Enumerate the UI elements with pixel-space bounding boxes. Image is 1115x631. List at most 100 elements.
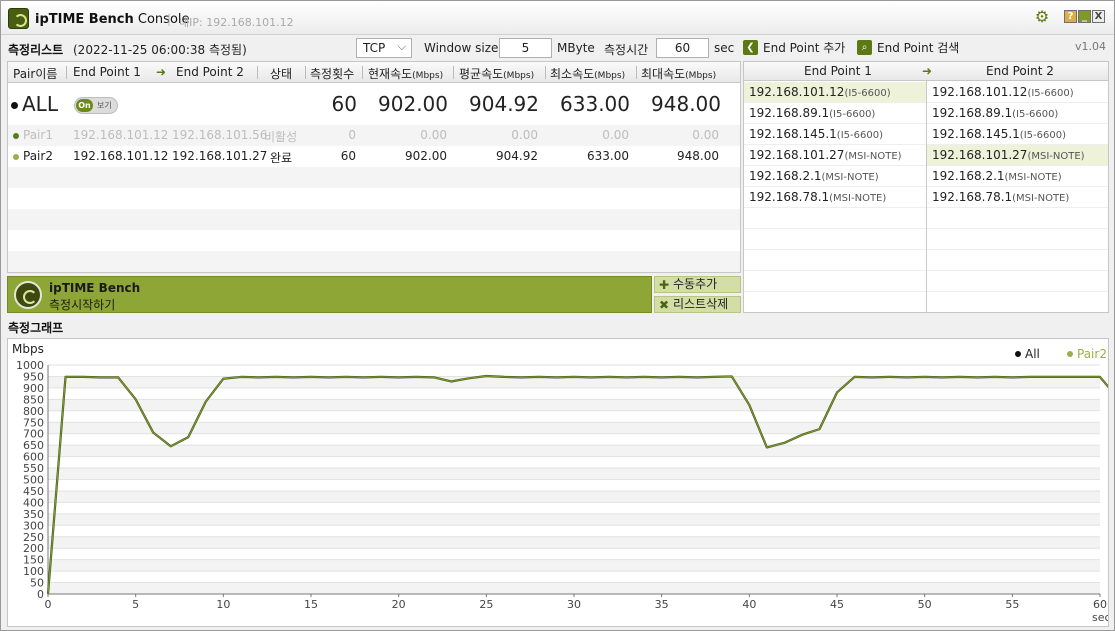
endpoint1-item[interactable]: 192.168.101.12(I5-6600) [744, 82, 926, 103]
throughput-chart: 0501001502002503003504004505005506006507… [12, 342, 1111, 624]
header-pair-name: Pair이름 [13, 67, 58, 81]
endpoint2-item[interactable]: 192.168.101.27(MSI-NOTE) [927, 145, 1108, 166]
search-endpoint-button[interactable]: ⌕ End Point 검색 [857, 39, 959, 57]
endpoint2-ip: 192.168.78.1 [932, 190, 1013, 204]
endpoint1-ip: 192.168.89.1 [749, 106, 830, 120]
x-tick-label: 30 [567, 598, 581, 611]
delete-list-button[interactable]: ✖ 리스트삭제 [654, 296, 741, 313]
close-button[interactable]: X [1092, 10, 1105, 23]
endpoint2-item[interactable]: 192.168.101.12(I5-6600) [927, 82, 1108, 103]
endpoint1-host: (MSI-NOTE) [844, 151, 902, 162]
header-min-label: 최소속도 [550, 67, 595, 81]
pair-name: Pair2 [13, 149, 53, 163]
pair-name-label: Pair1 [23, 128, 53, 142]
y-tick-label: 100 [23, 565, 44, 578]
endpoint1-ip: 192.168.101.27 [749, 148, 845, 162]
plus-icon: ✚ [659, 278, 670, 292]
chevron-left-icon: ❮ [743, 40, 758, 55]
search-icon: ⌕ [857, 40, 872, 55]
all-count: 60 [331, 92, 357, 116]
endpoint2-ip: 192.168.89.1 [932, 106, 1013, 120]
endpoint1-item[interactable]: 192.168.101.27(MSI-NOTE) [744, 145, 926, 166]
header-max-speed: 최대속도(Mbps) [641, 65, 716, 82]
start-bench-button[interactable]: ipTIME Bench 측정시작하기 [7, 276, 652, 313]
pair-endpoint2: 192.168.101.27 [172, 149, 268, 163]
endpoint2-ip: 192.168.145.1 [932, 127, 1020, 141]
empty-row [927, 208, 1108, 229]
bench-subtitle: 측정시작하기 [49, 298, 116, 312]
endpoint2-item[interactable]: 192.168.89.1(I5-6600) [927, 103, 1108, 124]
pair-max-speed: 0.00 [692, 128, 719, 142]
empty-row [744, 229, 926, 250]
grid-band [48, 536, 1100, 549]
all-min-speed: 633.00 [560, 92, 630, 116]
y-axis-label: Mbps [12, 342, 44, 356]
arrow-right-icon: ➜ [156, 65, 167, 79]
x-tick-label: 5 [132, 598, 139, 611]
y-tick-label: 1000 [16, 359, 44, 372]
x-tick-label: 10 [216, 598, 230, 611]
endpoint2-item[interactable]: 192.168.2.1(MSI-NOTE) [927, 166, 1108, 187]
y-tick-label: 950 [23, 370, 44, 383]
endpoint2-item[interactable]: 192.168.78.1(MSI-NOTE) [927, 187, 1108, 208]
endpoint2-host: (MSI-NOTE) [1004, 172, 1062, 183]
protocol-select[interactable]: TCP ⌵ [356, 38, 412, 58]
close-icon: ✖ [659, 298, 670, 312]
pair-avg-speed: 0.00 [511, 128, 538, 142]
toggle-on-label: On [76, 99, 93, 112]
pair-endpoint1: 192.168.101.12 [73, 128, 169, 142]
duration-label: 측정시간 [604, 43, 649, 57]
dot-icon [13, 132, 19, 139]
x-tick-label: 55 [1005, 598, 1019, 611]
table-row-all[interactable]: ALL On 보기 60 902.00 904.92 633.00 948.00 [8, 83, 740, 125]
y-tick-label: 600 [23, 451, 44, 464]
y-tick-label: 0 [37, 588, 44, 601]
x-tick-label: 15 [304, 598, 318, 611]
empty-row [8, 230, 740, 251]
duration-input[interactable]: 60 [656, 38, 709, 58]
pair-count: 60 [340, 149, 356, 163]
window-size-input[interactable]: 5 [499, 38, 552, 58]
protocol-value: TCP [363, 41, 386, 55]
x-tick-label: 60 [1093, 598, 1107, 611]
endpoint2-item[interactable]: 192.168.145.1(I5-6600) [927, 124, 1108, 145]
header-unit: (Mbps) [503, 71, 535, 81]
gear-icon[interactable]: ⚙ [1034, 9, 1050, 25]
help-button[interactable]: ? [1064, 10, 1077, 23]
header-status: 상태 [270, 67, 293, 81]
pair-name-label: Pair2 [23, 149, 53, 163]
header-divider [453, 66, 454, 79]
empty-row [927, 271, 1108, 292]
measurement-table: Pair이름 End Point 1 ➜ End Point 2 상태 측정횟수… [7, 61, 741, 273]
header-divider [305, 66, 306, 79]
minimize-button[interactable]: _ [1078, 10, 1091, 23]
grid-band [48, 422, 1100, 434]
endpoint2-host: (MSI-NOTE) [1027, 151, 1085, 162]
endpoint1-host: (MSI-NOTE) [829, 193, 887, 204]
header-endpoint1: End Point 1 [73, 65, 141, 79]
header-divider [362, 66, 363, 79]
endpoint2-host: (I5-6600) [1012, 109, 1059, 120]
endpoint-header: End Point 1 ➜ End Point 2 [744, 62, 1108, 81]
endpoint2-host: (I5-6600) [1027, 88, 1074, 99]
view-toggle[interactable]: On 보기 [74, 97, 118, 114]
all-name: ALL [11, 92, 58, 116]
y-tick-label: 50 [30, 577, 44, 590]
endpoint1-item[interactable]: 192.168.2.1(MSI-NOTE) [744, 166, 926, 187]
y-tick-label: 750 [23, 416, 44, 429]
endpoint1-ip: 192.168.2.1 [749, 169, 822, 183]
add-endpoint-label: End Point 추가 [763, 41, 846, 55]
endpoint1-item[interactable]: 192.168.89.1(I5-6600) [744, 103, 926, 124]
endpoint1-item[interactable]: 192.168.78.1(MSI-NOTE) [744, 187, 926, 208]
y-tick-label: 550 [23, 462, 44, 475]
legend-label: All [1025, 347, 1040, 361]
y-tick-label: 200 [23, 542, 44, 555]
y-tick-label: 400 [23, 496, 44, 509]
app-window: ipTIME Bench Console | 내IP: 192.168.101.… [0, 0, 1115, 631]
table-row[interactable]: Pair2 192.168.101.12 192.168.101.27 완료 6… [8, 146, 740, 167]
table-row[interactable]: Pair1 192.168.101.12 192.168.101.56 비활성 … [8, 125, 740, 146]
add-endpoint-button[interactable]: ❮ End Point 추가 [743, 39, 845, 57]
endpoint1-item[interactable]: 192.168.145.1(I5-6600) [744, 124, 926, 145]
header-max-label: 최대속도 [641, 67, 686, 81]
add-manual-button[interactable]: ✚ 수동추가 [654, 276, 741, 293]
